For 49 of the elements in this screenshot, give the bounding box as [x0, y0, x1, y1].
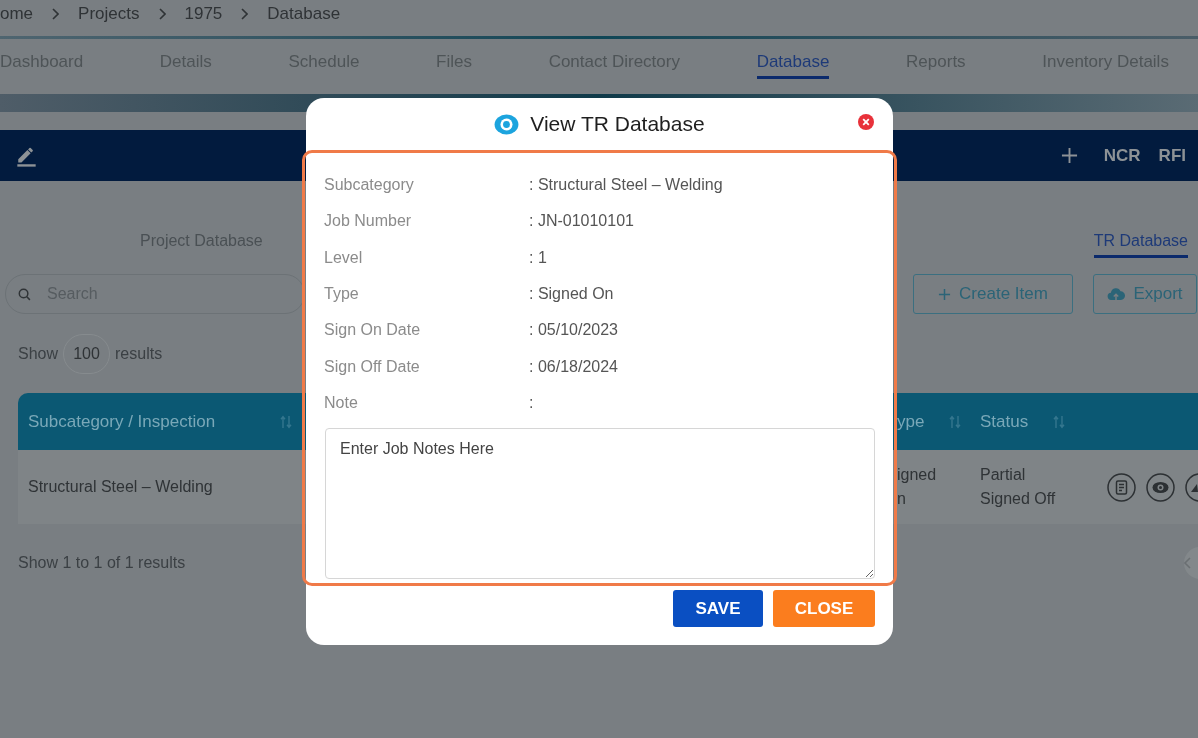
action-button[interactable]: Export	[1093, 274, 1197, 314]
close-icon[interactable]	[858, 114, 874, 130]
close-button[interactable]: CLOSE	[773, 590, 875, 627]
column-header[interactable]: Status	[980, 408, 1029, 435]
breadcrumb-link[interactable]: Projects	[78, 1, 140, 27]
breadcrumb-link[interactable]: Database	[267, 1, 341, 27]
chevron-right-icon	[158, 8, 166, 20]
plus-icon	[938, 287, 952, 301]
toolbar-link[interactable]: NCR	[1103, 142, 1141, 169]
cloud-upload-icon	[1107, 286, 1126, 302]
results-label: results	[115, 344, 163, 364]
table-cell-text: Partial Signed Off	[980, 465, 1057, 509]
eye-icon	[494, 113, 520, 135]
save-button[interactable]: SAVE	[673, 590, 763, 627]
nav-tab[interactable]: Database	[756, 51, 830, 79]
column-header[interactable]: Subcategory / Inspection	[28, 408, 216, 435]
field-label: Subcategory	[324, 175, 415, 196]
field-value: : 1	[529, 247, 547, 268]
field-value: :	[529, 392, 534, 413]
field-value: : JN-01010101	[529, 211, 634, 232]
field-label: Note	[324, 392, 359, 413]
toolbar-link[interactable]: RFI	[1158, 142, 1186, 169]
table-cell-text: igned n	[897, 465, 938, 509]
action-button[interactable]: Create Item	[913, 274, 1073, 314]
breadcrumb-link[interactable]: ome	[0, 1, 34, 27]
show-label: Show	[18, 344, 59, 364]
search-icon	[18, 288, 31, 301]
field-label: Type	[324, 284, 360, 305]
notes-field[interactable]: Enter Job Notes Here	[325, 428, 875, 580]
chevron-right-icon	[241, 8, 249, 20]
table-cell-text: Structural Steel – Welding	[28, 477, 214, 497]
column-header[interactable]: ype	[897, 408, 925, 435]
sub-tab[interactable]: TR Database	[1093, 231, 1188, 258]
modal-title: View TR Database	[530, 111, 705, 138]
field-value: : Structural Steel – Welding	[529, 175, 723, 196]
triangle-icon[interactable]	[1185, 472, 1198, 502]
breadcrumb-link[interactable]: 1975	[184, 1, 223, 27]
chevron-right-icon	[52, 8, 60, 20]
field-value: : Signed On	[529, 284, 614, 305]
field-label: Job Number	[324, 211, 413, 232]
field-value: : 05/10/2023	[529, 320, 618, 341]
field-label: Level	[324, 247, 364, 268]
eye-icon[interactable]	[1146, 472, 1175, 502]
document-icon[interactable]	[1107, 472, 1136, 502]
field-label: Sign Off Date	[324, 356, 421, 377]
field-value: : 06/18/2024	[529, 356, 618, 377]
results-summary: Show 1 to 1 of 1 results	[18, 553, 186, 573]
field-label: Sign On Date	[324, 320, 422, 341]
plus-icon[interactable]	[1060, 147, 1078, 164]
